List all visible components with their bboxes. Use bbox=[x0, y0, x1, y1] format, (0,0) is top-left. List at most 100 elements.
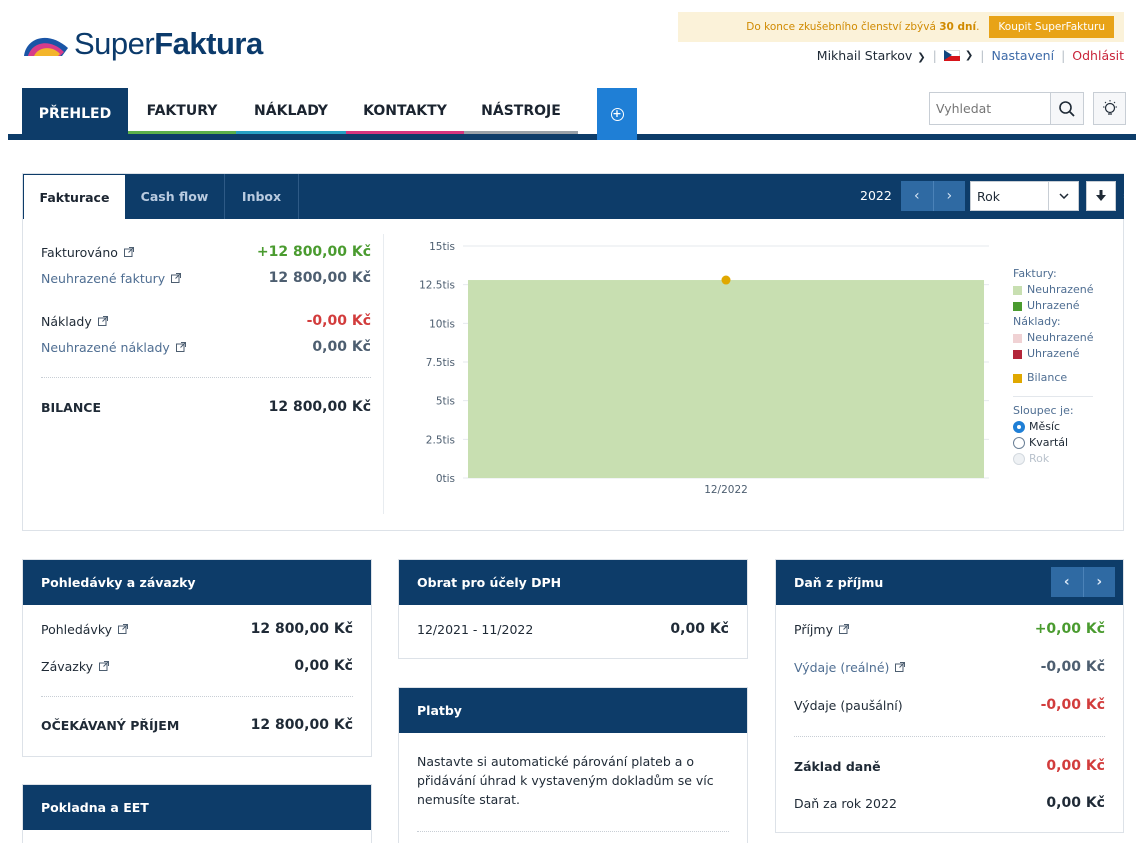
logo-rainbow-icon bbox=[24, 37, 68, 56]
legend-costs-title: Náklady: bbox=[1013, 315, 1061, 328]
revenue-chart: 0tis 2.5tis 5tis 7.5tis 10tis 12.5tis 15tis 12/… bbox=[419, 241, 989, 496]
y-tick-label: 5tis bbox=[436, 396, 455, 408]
external-link-icon bbox=[118, 624, 129, 634]
panel-tabs: Fakturace Cash flow Inbox 2022 ‹ › Rok ✱ bbox=[23, 174, 1133, 219]
prev-year-button[interactable]: ‹ bbox=[1051, 567, 1084, 597]
real-expenses-row: Výdaje (reálné) -0,00 Kč bbox=[794, 659, 1105, 675]
payments-card: Platby Nastavte si automatické párování … bbox=[398, 687, 748, 843]
chevron-down-icon bbox=[1048, 182, 1078, 210]
next-year-button[interactable]: › bbox=[934, 181, 966, 211]
year-label: 2022 bbox=[860, 188, 892, 203]
plus-icon: + bbox=[610, 106, 624, 121]
external-link-icon bbox=[838, 624, 849, 634]
logout-link[interactable]: Odhlásit bbox=[1072, 48, 1124, 63]
external-link-icon bbox=[895, 662, 906, 672]
stat-invoiced: Fakturováno +12 800,00 Kč bbox=[41, 244, 371, 260]
balance-point bbox=[721, 275, 731, 285]
stat-costs: Náklady -0,00 Kč bbox=[41, 313, 371, 329]
expected-income-row: OČEKÁVANÝ PŘÍJEM 12 800,00 Kč bbox=[41, 717, 353, 733]
czech-flag-icon bbox=[943, 50, 960, 61]
receivables-row: Pohledávky 12 800,00 Kč bbox=[41, 621, 353, 637]
search-box bbox=[929, 92, 1084, 125]
tax-year-row: Daň za rok 2022 0,00 Kč bbox=[794, 795, 1105, 811]
external-link-icon bbox=[99, 661, 110, 671]
radio-year: Rok bbox=[1013, 451, 1093, 467]
stat-unpaid-invoices: Neuhrazené faktury 12 800,00 Kč bbox=[41, 270, 371, 286]
trial-banner: Do konce zkušebního členství zbývá 30 dn… bbox=[678, 12, 1124, 42]
search-button[interactable] bbox=[1050, 93, 1083, 124]
gear-icon[interactable]: ✱ bbox=[1123, 181, 1135, 211]
chevron-down-icon: ❯ bbox=[964, 50, 974, 61]
year-switcher: ‹ › bbox=[901, 181, 965, 211]
column-type-title: Sloupec je: bbox=[1013, 404, 1074, 417]
legend-cost-unpaid[interactable]: Neuhrazené bbox=[1013, 330, 1093, 346]
next-year-button[interactable]: › bbox=[1084, 567, 1116, 597]
legend-unpaid[interactable]: Neuhrazené bbox=[1013, 282, 1093, 298]
main-nav: PŘEHLED FAKTURY NÁKLADY KONTAKTY NÁSTROJ… bbox=[0, 88, 1136, 140]
lightbulb-icon bbox=[1102, 99, 1117, 115]
tab-cash-flow[interactable]: Cash flow bbox=[125, 174, 225, 219]
nav-nastroje[interactable]: NÁSTROJE bbox=[464, 88, 578, 134]
tab-inbox[interactable]: Inbox bbox=[225, 174, 299, 219]
nav-kontakty[interactable]: KONTAKTY bbox=[346, 88, 464, 134]
period-select[interactable]: Rok bbox=[970, 181, 1079, 211]
y-tick-label: 12.5tis bbox=[419, 280, 455, 292]
search-input[interactable] bbox=[930, 93, 1050, 124]
logo[interactable]: SuperFaktura bbox=[22, 26, 263, 62]
buy-button[interactable]: Koupit SuperFakturu bbox=[989, 16, 1114, 38]
user-menu[interactable]: Mikhail Starkov ❯ bbox=[817, 48, 926, 63]
tax-base-row: Základ daně 0,00 Kč bbox=[794, 758, 1105, 774]
external-link-icon bbox=[123, 247, 134, 257]
x-tick-label: 12/2022 bbox=[704, 484, 748, 496]
card-title: Daň z příjmu ‹ › bbox=[776, 560, 1123, 605]
tips-button[interactable] bbox=[1093, 92, 1126, 125]
flat-expenses-row: Výdaje (paušální) -0,00 Kč bbox=[794, 697, 1105, 713]
trial-text: Do konce zkušebního členství zbývá 30 dn… bbox=[746, 21, 980, 33]
nav-naklady[interactable]: NÁKLADY bbox=[236, 88, 346, 134]
legend-paid[interactable]: Uhrazené bbox=[1013, 298, 1093, 314]
stat-unpaid-costs: Neuhrazené náklady 0,00 Kč bbox=[41, 339, 371, 355]
external-link-icon bbox=[175, 342, 186, 352]
legend-balance[interactable]: Bilance bbox=[1013, 370, 1093, 386]
legend-invoices-title: Faktury: bbox=[1013, 267, 1057, 280]
receivables-card: Pohledávky a závazky Pohledávky 12 800,0… bbox=[22, 559, 372, 757]
chart-legend: Faktury: Neuhrazené Uhrazené Náklady: Ne… bbox=[1013, 266, 1093, 467]
y-tick-label: 15tis bbox=[429, 241, 455, 253]
external-link-icon bbox=[171, 273, 182, 283]
bar-unpaid bbox=[468, 280, 984, 478]
y-tick-label: 2.5tis bbox=[426, 434, 455, 446]
add-button[interactable]: + bbox=[597, 88, 637, 140]
user-nav: Mikhail Starkov ❯ | ❯ | Nastavení | Odhlá… bbox=[816, 48, 1124, 63]
y-tick-label: 0tis bbox=[436, 473, 455, 485]
prev-year-button[interactable]: ‹ bbox=[901, 181, 934, 211]
logo-text: SuperFaktura bbox=[74, 26, 263, 61]
tax-year-switcher: ‹ › bbox=[1051, 567, 1115, 597]
card-title: Obrat pro účely DPH bbox=[399, 560, 747, 605]
radio-quarter[interactable]: Kvartál bbox=[1013, 435, 1093, 451]
y-tick-label: 10tis bbox=[429, 318, 455, 330]
vat-turnover-card: Obrat pro účely DPH 12/2021 - 11/2022 0,… bbox=[398, 559, 748, 659]
external-link-icon bbox=[97, 316, 108, 326]
chevron-down-icon: ❯ bbox=[917, 52, 926, 63]
payables-row: Závazky 0,00 Kč bbox=[41, 658, 353, 674]
income-tax-card: Daň z příjmu ‹ › Příjmy +0,00 Kč Výdaje … bbox=[775, 559, 1124, 833]
card-title: Pokladna a EET bbox=[23, 785, 371, 830]
legend-cost-paid[interactable]: Uhrazené bbox=[1013, 346, 1093, 362]
nav-prehled[interactable]: PŘEHLED bbox=[22, 88, 128, 140]
search-icon bbox=[1059, 100, 1075, 117]
settings-link[interactable]: Nastavení bbox=[991, 48, 1054, 63]
overview-panel: Fakturace Cash flow Inbox 2022 ‹ › Rok ✱… bbox=[22, 173, 1133, 531]
nav-faktury[interactable]: FAKTURY bbox=[128, 88, 236, 134]
download-button[interactable] bbox=[1086, 181, 1116, 211]
download-icon bbox=[1096, 190, 1106, 201]
card-title: Platby bbox=[399, 688, 747, 733]
card-title: Pohledávky a závazky bbox=[23, 560, 371, 605]
y-tick-label: 7.5tis bbox=[426, 357, 455, 369]
language-menu[interactable]: ❯ bbox=[943, 50, 974, 61]
stat-balance: BILANCE 12 800,00 Kč bbox=[41, 399, 371, 415]
cash-register-card: Pokladna a EET bbox=[22, 784, 372, 843]
payments-text: Nastavte si automatické párování plateb … bbox=[417, 754, 714, 807]
income-row: Příjmy +0,00 Kč bbox=[794, 621, 1105, 637]
radio-month[interactable]: Měsíc bbox=[1013, 419, 1093, 435]
tab-fakturace[interactable]: Fakturace bbox=[24, 175, 125, 219]
